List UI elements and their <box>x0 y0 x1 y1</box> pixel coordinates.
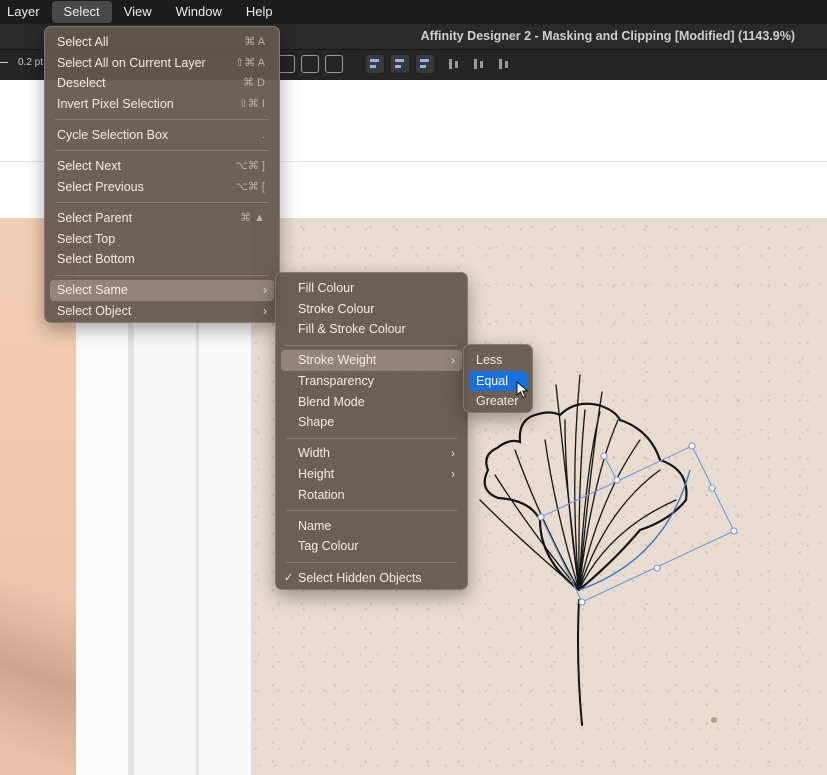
shortcut: . <box>261 128 265 141</box>
menu-item-label: Select Hidden Objects <box>298 570 422 585</box>
menu-item-label: Select Bottom <box>57 252 135 267</box>
mouse-pointer-icon <box>516 381 529 399</box>
menu-item-cycle-selection-box[interactable]: Cycle Selection Box. <box>45 125 279 146</box>
select-menu: Select All ⌘ A Select All on Current Laye… <box>44 26 280 323</box>
menu-item-invert-pixel-selection[interactable]: Invert Pixel Selection ⇧⌘ I <box>45 94 279 115</box>
menu-item-select-object[interactable]: Select Object › <box>45 301 279 322</box>
menu-item-blend-mode[interactable]: Blend Mode <box>276 392 467 413</box>
menu-item-label: Select Parent <box>57 210 133 225</box>
menu-view[interactable]: View <box>112 0 164 24</box>
chevron-right-icon: › <box>451 446 455 461</box>
align-center-icon[interactable] <box>391 55 409 73</box>
menu-item-height[interactable]: Height › <box>276 464 467 485</box>
align-right-icon[interactable] <box>416 55 434 73</box>
window-title: Affinity Designer 2 - Masking and Clippi… <box>420 29 795 43</box>
menu-item-fill-stroke-colour[interactable]: Fill & Stroke Colour <box>276 319 467 340</box>
align-top-icon[interactable] <box>445 55 463 73</box>
menu-item-select-all-current-layer[interactable]: Select All on Current Layer ⇧⌘ A <box>45 53 279 74</box>
menu-item-select-next[interactable]: Select Next ⌥⌘ ] <box>45 156 279 177</box>
chevron-right-icon: › <box>263 283 267 298</box>
align-bottom-icon[interactable] <box>495 55 513 73</box>
shortcut: ⌘ ▲ <box>240 211 265 224</box>
align-left-icon[interactable] <box>366 55 384 73</box>
menu-separator <box>55 119 269 121</box>
menu-item-select-all[interactable]: Select All ⌘ A <box>45 32 279 53</box>
stroke-width-field[interactable]: 0.2 pt <box>0 57 43 68</box>
menu-item-stroke-weight[interactable]: Stroke Weight › <box>281 350 462 371</box>
menu-item-label: Width <box>298 446 330 461</box>
menu-separator <box>286 561 457 563</box>
chevron-right-icon: › <box>263 303 267 318</box>
menu-item-select-top[interactable]: Select Top <box>45 229 279 250</box>
menu-separator <box>286 344 457 346</box>
menu-item-label: Transparency <box>298 373 374 388</box>
menu-select[interactable]: Select <box>51 1 112 23</box>
menu-item-width[interactable]: Width › <box>276 443 467 464</box>
menu-item-stroke-colour[interactable]: Stroke Colour <box>276 299 467 320</box>
menu-item-label: Select Previous <box>57 179 144 194</box>
menu-item-label: Fill & Stroke Colour <box>298 322 406 337</box>
shortcut: ⇧⌘ I <box>238 97 265 110</box>
menu-item-select-same[interactable]: Select Same › <box>50 280 274 301</box>
menu-item-select-hidden-objects[interactable]: ✓ Select Hidden Objects <box>276 568 467 589</box>
stroke-width-value: 0.2 pt <box>18 57 44 68</box>
menu-item-shape[interactable]: Shape <box>276 412 467 433</box>
menu-item-select-previous[interactable]: Select Previous ⌥⌘ [ <box>45 177 279 198</box>
menu-item-select-parent[interactable]: Select Parent ⌘ ▲ <box>45 208 279 229</box>
menu-separator <box>286 437 457 439</box>
leaf-shadow <box>0 520 76 775</box>
menu-item-deselect[interactable]: Deselect ⌘ D <box>45 73 279 94</box>
menu-item-label: Name <box>298 518 332 533</box>
menubar: Layer Select View Window Help <box>0 0 827 24</box>
menu-item-label: Invert Pixel Selection <box>57 96 174 111</box>
menu-item-label: Fill Colour <box>298 281 355 295</box>
shortcut: ⇧⌘ A <box>234 56 265 69</box>
bounding-box-icon[interactable] <box>301 55 319 73</box>
grid-select-icon[interactable] <box>325 55 343 73</box>
menu-item-label: Select Same <box>57 283 128 298</box>
menu-item-label: Tag Colour <box>298 539 359 554</box>
menu-item-label: Blend Mode <box>298 394 365 409</box>
menu-item-label: Select Next <box>57 159 121 174</box>
menu-separator <box>55 202 269 204</box>
menu-item-label: Rotation <box>298 487 345 502</box>
select-same-submenu: Fill Colour Stroke Colour Fill & Stroke … <box>275 272 468 590</box>
menu-item-tag-colour[interactable]: Tag Colour <box>276 536 467 557</box>
menu-item-label: Select All <box>57 35 109 49</box>
menu-separator <box>55 274 269 276</box>
menu-item-label: Less <box>476 353 503 367</box>
menu-item-label: Select Top <box>57 231 116 246</box>
menu-separator <box>286 509 457 511</box>
align-middle-icon[interactable] <box>470 55 488 73</box>
menu-item-label: Deselect <box>57 76 106 91</box>
menu-separator <box>55 150 269 152</box>
menu-item-name[interactable]: Name <box>276 516 467 537</box>
menu-item-label: Cycle Selection Box <box>57 127 169 142</box>
menu-window[interactable]: Window <box>164 0 234 24</box>
menu-item-label: Shape <box>298 415 335 430</box>
menu-item-label: Select Object <box>57 303 132 318</box>
chevron-right-icon: › <box>451 353 455 368</box>
menu-item-rotation[interactable]: Rotation <box>276 485 467 506</box>
shortcut: ⌘ A <box>244 36 265 48</box>
menu-item-label: Equal <box>476 373 508 388</box>
menu-item-label: Greater <box>476 394 519 409</box>
menu-layer[interactable]: Layer <box>0 0 52 24</box>
shortcut: ⌘ D <box>243 77 265 90</box>
menu-item-label: Stroke Weight <box>298 353 377 368</box>
menu-item-label: Stroke Colour <box>298 301 375 316</box>
menu-item-transparency[interactable]: Transparency <box>276 371 467 392</box>
shortcut: ⌥⌘ ] <box>235 160 265 173</box>
shortcut: ⌥⌘ [ <box>235 180 265 193</box>
menu-item-select-bottom[interactable]: Select Bottom <box>45 249 279 270</box>
checkmark-icon: ✓ <box>284 571 294 584</box>
menu-item-label: Select All on Current Layer <box>57 55 206 70</box>
menu-item-fill-colour[interactable]: Fill Colour <box>276 278 467 299</box>
stroke-weight-submenu: Less Equal Greater <box>463 344 533 413</box>
chevron-right-icon: › <box>451 466 455 481</box>
menu-help[interactable]: Help <box>234 0 285 24</box>
menu-item-label: Height <box>298 466 335 481</box>
menu-item-less[interactable]: Less <box>464 350 532 371</box>
ginkgo-leaf-artwork[interactable] <box>440 360 760 740</box>
